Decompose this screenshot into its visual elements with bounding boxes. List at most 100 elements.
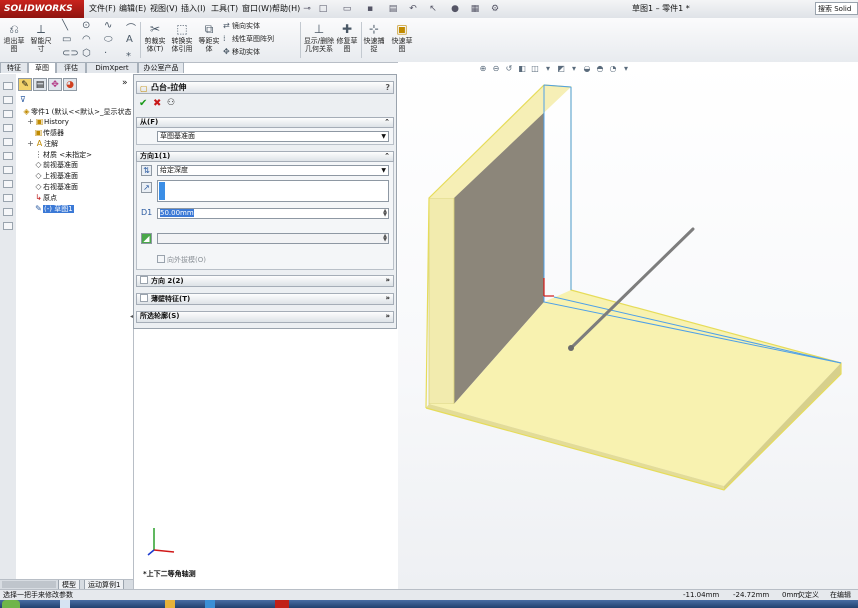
model-view[interactable] (398, 62, 858, 589)
zoom-to-area-icon[interactable]: ⊖ (491, 64, 501, 74)
menu-help[interactable]: 帮助(H) (272, 3, 300, 14)
strip-button[interactable] (3, 180, 13, 188)
end-condition-select[interactable]: 给定深度 ▼ (157, 165, 389, 176)
select-icon[interactable]: ↖ (428, 4, 438, 14)
hide-show-icon[interactable]: ▾ (569, 64, 579, 74)
expand-toggle-icon[interactable]: + (26, 139, 35, 148)
taskbar-app-icon[interactable] (165, 600, 175, 608)
extrude-handle-base[interactable] (568, 345, 574, 351)
text-tool-icon[interactable]: A (126, 34, 133, 45)
smart-dimension-button[interactable]: ⟂ 智能尺寸 (29, 22, 53, 53)
spin-arrows-icon[interactable]: ▲ ▼ (383, 234, 387, 243)
convert-entities-button[interactable]: ⬚ 转换实体引用 (169, 22, 195, 53)
group-selected-contours-header[interactable]: 所选轮廓(S)» (136, 311, 394, 323)
view-settings-icon[interactable]: ◔ (608, 64, 618, 74)
configuration-tab-icon[interactable]: ✥ (48, 78, 62, 91)
feature-tree-tab-icon[interactable]: ✎ (18, 78, 32, 91)
draft-angle-input[interactable]: ▲ ▼ (157, 233, 389, 244)
tree-item-material[interactable]: ⋮材质 <未指定> (34, 150, 92, 160)
offset-entities-button[interactable]: ⧉ 等距实体 (198, 22, 220, 53)
taskbar-app-icon[interactable] (60, 600, 70, 608)
direction-selection-box[interactable] (157, 180, 389, 202)
display-manager-tab-icon[interactable]: ◕ (63, 78, 77, 91)
zoom-to-fit-icon[interactable]: ⊕ (478, 64, 488, 74)
new-document-icon[interactable]: □ (318, 4, 328, 14)
tree-item-annotations[interactable]: + A 注解 (26, 139, 58, 149)
panel-splitter-icon[interactable]: ◂ (130, 313, 133, 320)
ok-icon[interactable]: ✔ (139, 98, 147, 109)
start-button[interactable] (2, 600, 20, 608)
expand-icon[interactable]: » (122, 78, 128, 88)
tab-dimxpert[interactable]: DimXpert (86, 62, 138, 73)
rectangle-icon[interactable]: ▭ (62, 34, 71, 45)
solidworks-logo[interactable]: SOLIDWORKS (0, 0, 84, 18)
quick-snaps-button[interactable]: ⊹ 快速捕捉 (363, 22, 385, 53)
strip-button[interactable] (3, 152, 13, 160)
polygon-icon[interactable]: ⬡ (82, 48, 91, 59)
wall-edge-face[interactable] (428, 197, 455, 405)
tree-item-origin[interactable]: ↳原点 (34, 193, 57, 203)
line-icon[interactable]: ╲ (62, 20, 68, 31)
expand-toggle-icon[interactable]: + (26, 117, 35, 126)
strip-button[interactable] (3, 124, 13, 132)
exit-sketch-button[interactable]: ⎌ 退出草图 (3, 22, 25, 53)
options-icon[interactable]: ⚙ (490, 4, 500, 14)
spin-arrows-icon[interactable]: ▲ ▼ (383, 209, 387, 218)
property-manager-tab-icon[interactable]: ▤ (33, 78, 47, 91)
open-document-icon[interactable]: ▭ (342, 4, 352, 14)
more-options-icon[interactable]: ▾ (621, 64, 631, 74)
tab-features[interactable]: 特征 (0, 62, 28, 73)
menu-file[interactable]: 文件(F) (89, 3, 116, 14)
group-thin-feature-header[interactable]: 薄壁特征(T)» (136, 293, 394, 305)
edit-appearance-icon[interactable]: ◒ (582, 64, 592, 74)
section-view-icon[interactable]: ◧ (517, 64, 527, 74)
group-from-header[interactable]: 从(F) ⌃ (136, 117, 394, 128)
move-entities-button[interactable]: ✥ 移动实体 (223, 47, 260, 57)
tab-sketch[interactable]: 草图 (28, 62, 56, 73)
ellipse-icon[interactable]: ⬭ (104, 34, 113, 45)
tree-item-top-plane[interactable]: ◇上视基准面 (34, 171, 78, 181)
from-condition-select[interactable]: 草图基准面 ▼ (157, 131, 389, 142)
preview-icon[interactable]: ⚇ (167, 98, 175, 108)
spline-icon[interactable]: ∿ (104, 20, 112, 31)
previous-view-icon[interactable]: ↺ (504, 64, 514, 74)
tree-item-sketch1[interactable]: ✎ (-) 草图1 (34, 204, 74, 214)
repair-sketch-button[interactable]: ✚ 修复草图 (336, 22, 358, 53)
tab-evaluate[interactable]: 评估 (56, 62, 86, 73)
group-direction2-header[interactable]: 方向 2(2)» (136, 275, 394, 287)
undo-icon[interactable]: ↶ (408, 4, 418, 14)
tree-item-history[interactable]: + ▣History (26, 117, 69, 127)
tab-office-products[interactable]: 办公室产品 (138, 62, 184, 73)
strip-button[interactable] (3, 222, 13, 230)
sketch-fillet-icon[interactable]: ⌒ (126, 20, 136, 35)
strip-button[interactable] (3, 166, 13, 174)
circle-icon[interactable]: ⊙ (82, 20, 90, 31)
tree-item-sensors[interactable]: ▣传感器 (34, 128, 64, 138)
strip-button[interactable] (3, 138, 13, 146)
strip-button[interactable] (3, 194, 13, 202)
menu-view[interactable]: 视图(V) (150, 3, 178, 14)
menu-edit[interactable]: 编辑(E) (119, 3, 146, 14)
draft-on-off-icon[interactable]: ◢ (141, 233, 152, 244)
taskbar-solidworks-icon[interactable] (275, 600, 289, 608)
slot-icon[interactable]: ⊂⊃ (62, 48, 79, 59)
menu-window[interactable]: 窗口(W) (242, 3, 272, 14)
tree-item-right-plane[interactable]: ◇右视基准面 (34, 182, 78, 192)
point-icon[interactable]: · (104, 48, 107, 59)
strip-button[interactable] (3, 82, 13, 90)
strip-button[interactable] (3, 110, 13, 118)
arc-icon[interactable]: ◠ (82, 34, 91, 45)
group-direction1-header[interactable]: 方向1(1) ⌃ (136, 151, 394, 162)
taskbar-app-icon[interactable] (205, 600, 215, 608)
tree-item-front-plane[interactable]: ◇前视基准面 (34, 160, 78, 170)
filter-icon[interactable]: ⊽ (20, 95, 26, 104)
depth-input[interactable]: 50.00mm ▲ ▼ (157, 208, 389, 219)
file-properties-icon[interactable]: ▦ (470, 4, 480, 14)
linear-pattern-button[interactable]: ⁞ 线性草图阵列 (223, 34, 274, 44)
reverse-direction-icon[interactable]: ⇅ (141, 165, 152, 176)
menu-insert[interactable]: 插入(I) (181, 3, 206, 14)
direction-vector-icon[interactable]: ↗ (141, 182, 152, 193)
menu-tools[interactable]: 工具(T) (211, 3, 238, 14)
graphics-viewport[interactable] (398, 62, 858, 589)
mirror-entities-button[interactable]: ⇄ 镜向实体 (223, 21, 260, 31)
